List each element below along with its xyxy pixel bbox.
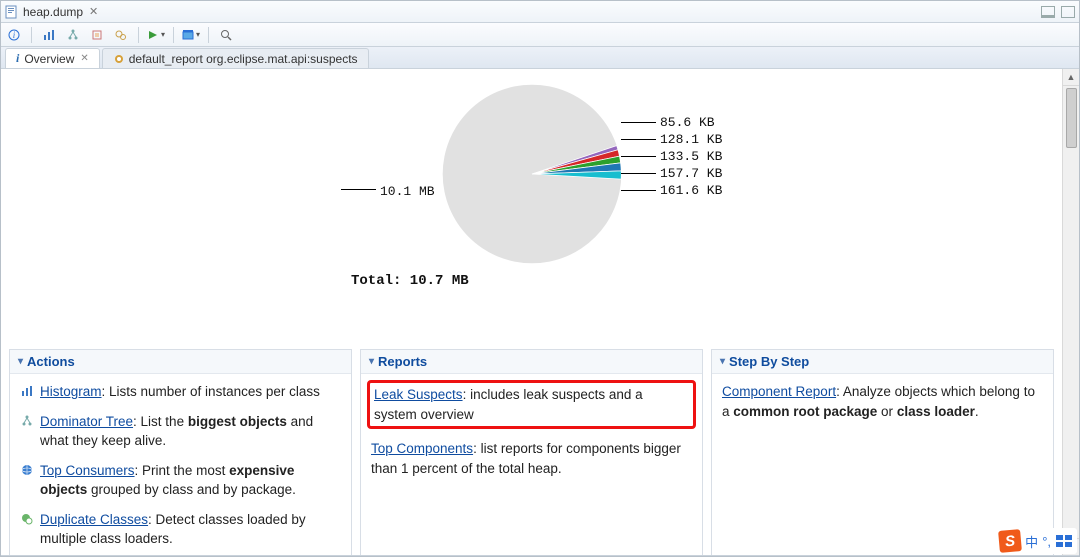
action-dominator-tree: Dominator Tree: List the biggest objects… [20,412,341,451]
scroll-thumb[interactable] [1066,88,1077,148]
globe-icon [20,463,34,477]
query-browser-dropdown[interactable] [182,26,200,44]
component-report-link[interactable]: Component Report [722,384,836,399]
panel-step-header[interactable]: ▾ Step By Step [712,350,1053,374]
run-query-dropdown[interactable] [147,26,165,44]
pie-chart [437,79,627,269]
file-icon [5,5,19,19]
ime-lang[interactable]: 中 [1025,532,1038,551]
histogram-link[interactable]: Histogram [40,384,102,399]
sub-tab-bar: i Overview ✕ default_report org.eclipse.… [1,47,1079,69]
histogram-icon [20,384,34,398]
pie-slice-labels: 85.6 KB128.1 KB133.5 KB157.7 KB161.6 KB [621,114,722,199]
tab-default-report[interactable]: default_report org.eclipse.mat.api:suspe… [102,48,369,68]
pie-slice-label: 133.5 KB [621,148,722,165]
tree-icon[interactable] [64,26,82,44]
tree-icon [20,414,34,428]
report-top-components: Top Components: list reports for compone… [371,439,692,478]
leak-suspects-link[interactable]: Leak Suspects [374,387,463,402]
overview-content: 10.1 MB 85.6 KB128.1 KB133.5 KB157.7 KB1… [1,69,1062,555]
panel-actions: ▾ Actions Histogram: Lists number of ins… [9,349,352,555]
thread-icon[interactable] [88,26,106,44]
panel-reports: ▾ Reports Leak Suspects: includes leak s… [360,349,703,555]
top-components-link[interactable]: Top Components [371,441,473,456]
action-histogram: Histogram: Lists number of instances per… [20,382,341,402]
gears-icon[interactable] [112,26,130,44]
toolbar: i [1,23,1079,47]
vertical-scrollbar[interactable]: ▲ ▼ [1062,69,1079,555]
maximize-button[interactable] [1061,6,1075,18]
pie-chart-area: 10.1 MB 85.6 KB128.1 KB133.5 KB157.7 KB1… [1,69,1062,349]
dominator-tree-link[interactable]: Dominator Tree [40,414,133,429]
editor-tab-bar: heap.dump ✕ [1,1,1079,23]
action-duplicate-classes: Duplicate Classes: Detect classes loaded… [20,510,341,549]
minimize-button[interactable] [1041,6,1055,18]
panel-step-by-step: ▾ Step By Step Component Report: Analyze… [711,349,1054,555]
window-controls [1041,6,1075,18]
report-leak-suspects: Leak Suspects: includes leak suspects an… [374,385,689,424]
pie-slice-label: 128.1 KB [621,131,722,148]
panel-reports-header[interactable]: ▾ Reports [361,350,702,374]
tab-overview-close[interactable]: ✕ [80,53,88,64]
tab-overview[interactable]: i Overview ✕ [5,48,100,68]
pie-total-label: Total: 10.7 MB [1,273,1062,289]
pie-slice-label: 85.6 KB [621,114,722,131]
panel-reports-title: Reports [378,354,427,369]
panels-row: ▾ Actions Histogram: Lists number of ins… [1,349,1062,555]
pie-main-slice-label: 10.1 MB [341,184,435,199]
ime-badge-icon[interactable]: S [998,529,1022,553]
ime-punct[interactable]: °, [1042,534,1051,549]
duplicate-icon [20,512,34,526]
search-icon[interactable] [217,26,235,44]
twistie-icon: ▾ [18,356,23,367]
leak-suspects-highlight: Leak Suspects: includes leak suspects an… [367,380,696,429]
tab-overview-label: Overview [24,52,74,66]
top-consumers-link[interactable]: Top Consumers [40,463,135,478]
histogram-icon[interactable] [40,26,58,44]
app-window: heap.dump ✕ i i Overview ✕ default_repor… [0,0,1080,557]
ime-keyboard-icon[interactable] [1055,533,1073,549]
panel-actions-header[interactable]: ▾ Actions [10,350,351,374]
pie-slice-label: 157.7 KB [621,165,722,182]
scroll-up-arrow[interactable]: ▲ [1063,69,1079,86]
info-icon[interactable]: i [5,26,23,44]
panel-step-title: Step By Step [729,354,809,369]
twistie-icon: ▾ [720,356,725,367]
panel-actions-title: Actions [27,354,75,369]
duplicate-classes-link[interactable]: Duplicate Classes [40,512,148,527]
svg-text:i: i [13,30,16,40]
editor-tab-title[interactable]: heap.dump [23,5,83,19]
ime-tray: S 中 °, [995,528,1077,554]
twistie-icon: ▾ [369,356,374,367]
step-component-report: Component Report: Analyze objects which … [722,382,1043,421]
tab-default-report-label: default_report org.eclipse.mat.api:suspe… [129,52,358,66]
report-icon [113,53,125,65]
editor-tab-close[interactable]: ✕ [89,5,98,18]
pie-slice-label: 161.6 KB [621,182,722,199]
action-top-consumers: Top Consumers: Print the most expensive … [20,461,341,500]
